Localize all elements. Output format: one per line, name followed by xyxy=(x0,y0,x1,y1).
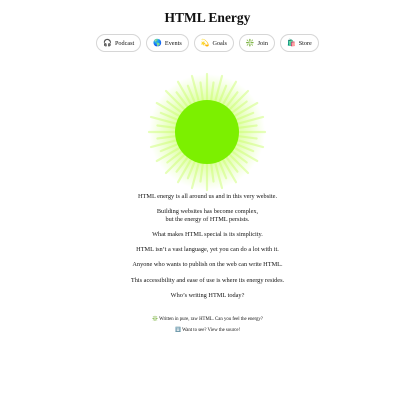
main-content: HTML energy is all around us and in this… xyxy=(0,193,415,307)
sparkle-icon: ❇️ xyxy=(152,317,159,322)
sparkle-icon: ❇️ xyxy=(245,38,255,47)
footer-source-note: ⬇️ Want to see? View the source! xyxy=(0,328,415,334)
page-title: HTML Energy xyxy=(164,10,251,25)
nav-label-join: Join xyxy=(257,39,268,47)
paragraph-language: HTML isn’t a vast language, yet you can … xyxy=(0,246,415,254)
text-line: Building websites has become complex, xyxy=(156,208,259,216)
page: HTML Energy 🎧 Podcast 🌎 Events 💫 Goals ❇… xyxy=(0,0,415,415)
nav-button-store[interactable]: 🛍️ Store xyxy=(279,34,319,52)
text-line: HTML energy is all around us and in this… xyxy=(137,193,278,200)
text-line: This accessibility and ease of use is wh… xyxy=(130,276,285,284)
paragraph-simplicity: What makes HTML special is its simplicit… xyxy=(0,231,415,239)
text-line: Anyone who wants to publish on the web c… xyxy=(132,261,283,269)
paragraph-complex: Building websites has become complex, bu… xyxy=(0,208,415,223)
footer-written-text: Written in pure, raw HTML. Can you feel … xyxy=(159,317,263,322)
paragraph-publish: Anyone who wants to publish on the web c… xyxy=(0,261,415,269)
down-arrow-icon: ⬇️ xyxy=(174,328,181,333)
sun-graphic xyxy=(147,72,267,192)
nav-label-goals: Goals xyxy=(212,39,227,47)
globe-icon: 🌎 xyxy=(153,38,162,47)
paragraph-question: Who’s writing HTML today? xyxy=(0,292,415,300)
text-line: What makes HTML special is its simplicit… xyxy=(152,230,263,238)
nav-label-store: Store xyxy=(298,39,312,47)
paragraph-accessibility: This accessibility and ease of use is wh… xyxy=(0,277,415,285)
footer: ❇️ Written in pure, raw HTML. Can you fe… xyxy=(0,317,415,339)
headphones-icon: 🎧 xyxy=(103,38,112,47)
text-line: HTML isn’t a vast language, yet you can … xyxy=(136,246,279,254)
nav-button-goals[interactable]: 💫 Goals xyxy=(193,34,234,52)
nav-label-podcast: Podcast xyxy=(114,39,135,47)
text-line: Who’s writing HTML today? xyxy=(170,291,245,299)
view-source-link[interactable]: Want to see? View the source! xyxy=(182,328,240,333)
glowing-sun-icon xyxy=(147,72,267,192)
dizzy-star-icon: 💫 xyxy=(200,38,210,47)
shopping-bag-icon: 🛍️ xyxy=(286,38,296,47)
main-nav: 🎧 Podcast 🌎 Events 💫 Goals ❇️ Join 🛍️ St… xyxy=(0,34,415,52)
nav-button-events[interactable]: 🌎 Events xyxy=(146,34,189,52)
nav-label-events: Events xyxy=(164,39,182,47)
paragraph-intro: HTML energy is all around us and in this… xyxy=(0,193,415,201)
nav-button-podcast[interactable]: 🎧 Podcast xyxy=(96,34,142,52)
sun-core xyxy=(175,100,239,164)
footer-written-note: ❇️ Written in pure, raw HTML. Can you fe… xyxy=(0,317,415,323)
text-line: but the energy of HTML persists. xyxy=(165,215,250,223)
nav-button-join[interactable]: ❇️ Join xyxy=(238,34,275,52)
